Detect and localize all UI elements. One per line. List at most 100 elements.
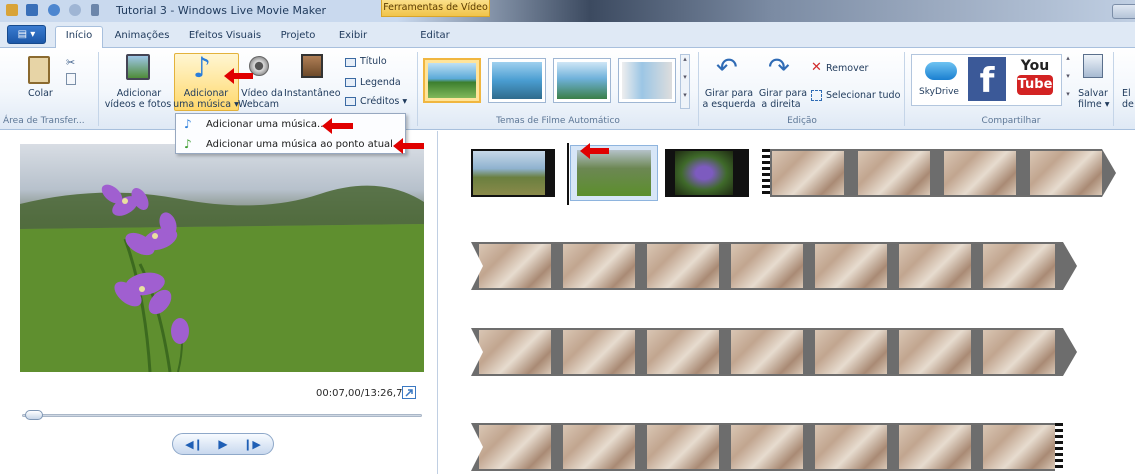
clip-thumbnail — [731, 244, 803, 288]
next-group-label-cut-2[interactable]: de — [1122, 99, 1134, 110]
theme-thumbnail-4[interactable] — [618, 58, 676, 103]
title-bar: Tutorial 3 - Windows Live Movie Maker Fe… — [0, 0, 1135, 22]
annotation-arrow-music-button — [224, 68, 253, 84]
youtube-icon[interactable]: You Tube — [1015, 57, 1055, 101]
minimize-button[interactable] — [1112, 4, 1135, 19]
annotation-arrow-playhead — [580, 143, 609, 159]
webcam-label-1[interactable]: Vídeo da — [238, 88, 286, 99]
clip-filmstrip-row4[interactable] — [471, 423, 1063, 471]
clip-thumbnail — [563, 244, 635, 288]
credits-icon — [345, 97, 356, 106]
playhead[interactable] — [567, 143, 569, 205]
file-menu-button[interactable]: ▤ ▾ — [7, 25, 46, 44]
save-movie-label-1[interactable]: Salvar — [1078, 88, 1108, 99]
clip-thumbnail — [815, 244, 887, 288]
app-icon — [6, 4, 18, 16]
tab-animacoes[interactable]: Animações — [109, 27, 175, 48]
row-start-marker — [471, 328, 483, 376]
redo-icon[interactable] — [69, 4, 81, 16]
clip-filmstrip-row2[interactable] — [471, 242, 1063, 290]
cut-icon[interactable]: ✂ — [66, 56, 77, 69]
themes-scroll-arrows[interactable]: ▴ ▾ ▾ — [680, 54, 690, 109]
facebook-icon[interactable]: f — [968, 57, 1006, 101]
customize-quick-access-icon[interactable] — [91, 4, 99, 16]
copy-icon[interactable] — [66, 73, 76, 85]
select-all-icon — [811, 90, 822, 101]
group-label-share: Compartilhar — [981, 116, 1041, 126]
caption-button[interactable]: Legenda — [360, 77, 401, 88]
group-label-editing: Edição — [787, 116, 817, 126]
tab-projeto[interactable]: Projeto — [273, 27, 323, 48]
rotate-right-label-1[interactable]: Girar para — [757, 88, 809, 99]
paste-button[interactable]: Colar — [28, 88, 53, 99]
clip-thumbnail — [731, 330, 803, 374]
select-all-button[interactable]: Selecionar tudo — [826, 90, 900, 101]
rotate-left-label-1[interactable]: Girar para — [702, 88, 756, 99]
row-start-marker — [471, 423, 483, 471]
clip-thumbnail — [647, 330, 719, 374]
window-title: Tutorial 3 - Windows Live Movie Maker — [116, 4, 327, 17]
skydrive-label: SkyDrive — [919, 87, 959, 97]
add-music-label-1: Adicionar — [183, 88, 229, 99]
tab-efeitos-visuais[interactable]: Efeitos Visuais — [183, 27, 267, 48]
clip-filmstrip-row3[interactable] — [471, 328, 1063, 376]
clip-thumbnail — [675, 151, 733, 195]
save-movie-label-2[interactable]: filme ▾ — [1078, 99, 1110, 110]
add-music-dropdown-menu: ♪ Adicionar uma música... ♪ Adicionar um… — [175, 113, 406, 154]
snapshot-icon — [301, 54, 323, 78]
title-button[interactable]: Título — [360, 56, 387, 67]
undo-icon[interactable] — [48, 4, 60, 16]
menu-item-add-music[interactable]: ♪ Adicionar uma música... — [177, 115, 405, 134]
seek-thumb[interactable] — [25, 410, 44, 420]
theme-thumbnail-3[interactable] — [553, 58, 611, 103]
row-continue-marker — [1063, 242, 1077, 290]
webcam-label-2[interactable]: Webcam — [238, 99, 279, 110]
next-frame-button[interactable]: ❙▶ — [239, 437, 265, 453]
clip-thumbnail — [479, 244, 551, 288]
add-videos-photos-label-1[interactable]: Adicionar — [112, 88, 166, 99]
rotate-right-label-2[interactable]: a direita — [757, 99, 805, 110]
play-button[interactable]: ▶ — [211, 437, 235, 453]
rotate-left-label-2[interactable]: a esquerda — [700, 99, 758, 110]
credits-button[interactable]: Créditos ▾ — [360, 96, 407, 107]
save-movie-icon — [1083, 54, 1103, 78]
clip-thumbnail — [815, 330, 887, 374]
share-scroll-arrows[interactable]: ▴ ▾ ▾ — [1064, 54, 1072, 106]
add-videos-photos-icon — [126, 54, 150, 80]
annotation-arrow-menu-item-1 — [322, 118, 353, 134]
clip-flowers-dark[interactable] — [665, 149, 749, 197]
next-group-label-cut-1[interactable]: El — [1122, 88, 1131, 99]
remove-button[interactable]: Remover — [826, 63, 868, 74]
music-note-icon: ♪ — [193, 51, 211, 84]
menu-item-add-music-label: Adicionar uma música... — [206, 119, 327, 130]
group-separator — [417, 52, 418, 126]
row-start-marker — [471, 242, 483, 290]
add-videos-photos-label-2[interactable]: vídeos e fotos — [103, 99, 173, 110]
clip-thumbnail — [731, 425, 803, 469]
snapshot-button[interactable]: Instantâneo — [284, 88, 341, 99]
save-icon[interactable] — [26, 4, 38, 16]
menu-item-add-music-at-point[interactable]: ♪ Adicionar uma música ao ponto atual... — [177, 135, 405, 154]
rotate-left-icon: ↶ — [716, 53, 738, 83]
seek-bar[interactable] — [22, 414, 422, 417]
remove-icon: ✕ — [811, 60, 822, 75]
previous-frame-button[interactable]: ◀❙ — [181, 437, 207, 453]
fullscreen-icon[interactable] — [402, 386, 416, 399]
tab-editar[interactable]: Editar — [413, 27, 457, 48]
clip-thumbnail — [647, 244, 719, 288]
youtube-wordmark-top: You — [1020, 58, 1050, 74]
group-label-clipboard: Área de Transfer... — [3, 116, 85, 126]
film-sprockets — [1055, 423, 1063, 471]
context-tab-video-tools: Ferramentas de Vídeo — [381, 0, 490, 17]
clip-thumbnail — [815, 425, 887, 469]
clip-long-filmstrip-row1[interactable] — [762, 149, 1102, 197]
fullscreen-arrow — [405, 389, 413, 397]
tab-inicio[interactable]: Início — [55, 26, 103, 49]
clip-thumbnail — [899, 244, 971, 288]
video-preview[interactable] — [20, 144, 424, 372]
clip-landscape[interactable] — [471, 149, 555, 197]
clip-thumbnail — [899, 425, 971, 469]
tab-exibir[interactable]: Exibir — [330, 27, 376, 48]
theme-thumbnail-1[interactable] — [423, 58, 481, 103]
theme-thumbnail-2[interactable] — [488, 58, 546, 103]
